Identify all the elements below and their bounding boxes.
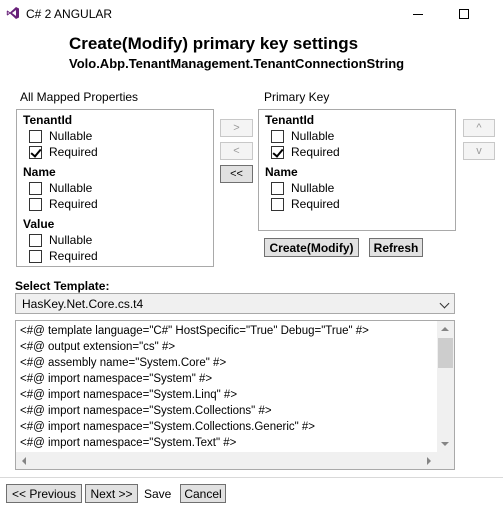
vertical-scroll-thumb[interactable] <box>438 338 453 368</box>
select-template-label: Select Template: <box>15 279 110 293</box>
refresh-button[interactable]: Refresh <box>369 238 423 257</box>
checkbox-label: Nullable <box>291 181 335 195</box>
primary-key-list: TenantId Nullable Required Name Nullable… <box>258 109 456 231</box>
mapped-name-required-checkbox[interactable]: Required <box>29 197 98 211</box>
checkbox-checked-icon <box>271 145 284 159</box>
checkbox-icon <box>29 181 42 195</box>
checkbox-label: Nullable <box>49 181 93 195</box>
mapped-tenantid-required-checkbox[interactable]: Required <box>29 145 98 159</box>
code-lines: <#@ template language="C#" HostSpecific=… <box>20 323 438 451</box>
add-to-primary-button[interactable]: > <box>220 119 253 137</box>
checkbox-checked-icon <box>29 145 42 159</box>
code-line: <#@ template language="C#" HostSpecific=… <box>20 325 369 337</box>
footer-divider <box>0 477 503 478</box>
save-button[interactable]: Save <box>144 487 171 501</box>
window-title: C# 2 ANGULAR <box>26 7 113 21</box>
template-select-value: HasKey.Net.Core.cs.t4 <box>22 297 144 311</box>
title-bar: C# 2 ANGULAR <box>0 0 503 28</box>
code-line: <#@ import namespace="System.Collections… <box>20 421 316 433</box>
scroll-up-icon <box>441 327 449 331</box>
checkbox-label: Nullable <box>49 233 93 247</box>
cancel-button[interactable]: Cancel <box>180 484 226 503</box>
checkbox-label: Required <box>49 249 98 263</box>
template-select[interactable]: HasKey.Net.Core.cs.t4 <box>15 293 455 314</box>
mapped-property-name: Value <box>23 217 55 231</box>
mapped-tenantid-nullable-checkbox[interactable]: Nullable <box>29 129 92 143</box>
scroll-left-icon <box>22 457 26 465</box>
create-modify-button[interactable]: Create(Modify) <box>264 238 359 257</box>
checkbox-label: Required <box>291 145 340 159</box>
mapped-properties-label: All Mapped Properties <box>20 90 139 104</box>
vertical-scrollbar[interactable] <box>437 321 454 452</box>
mapped-property-name: Name <box>23 165 56 179</box>
checkbox-label: Required <box>49 197 98 211</box>
chevron-down-icon <box>439 298 450 309</box>
maximize-button[interactable] <box>441 0 487 28</box>
minimize-button[interactable] <box>395 0 441 28</box>
move-down-button[interactable]: v <box>463 142 495 160</box>
checkbox-icon <box>271 181 284 195</box>
code-line: <#@ output extension="cs" #> <box>20 341 176 353</box>
template-code-editor[interactable]: <#@ template language="C#" HostSpecific=… <box>15 320 455 470</box>
primary-name-nullable-checkbox[interactable]: Nullable <box>271 181 334 195</box>
minimize-icon <box>413 13 423 15</box>
scrollbar-corner <box>437 452 454 469</box>
checkbox-label: Nullable <box>291 129 335 143</box>
move-up-button[interactable]: ^ <box>463 119 495 137</box>
checkbox-label: Required <box>49 145 98 159</box>
checkbox-icon <box>29 249 42 263</box>
checkbox-label: Nullable <box>49 129 93 143</box>
checkbox-label: Required <box>291 197 340 211</box>
mapped-value-required-checkbox[interactable]: Required <box>29 249 98 263</box>
primary-property-name: TenantId <box>265 113 315 127</box>
primary-property-name: Name <box>265 165 298 179</box>
code-line: <#@ import namespace="System.Text" #> <box>20 437 237 449</box>
checkbox-icon <box>29 233 42 247</box>
remove-from-primary-button[interactable]: < <box>220 142 253 160</box>
remove-all-button[interactable]: << <box>220 165 253 183</box>
page-title: Create(Modify) primary key settings <box>69 34 359 53</box>
scroll-right-icon <box>427 457 431 465</box>
next-button[interactable]: Next >> <box>85 484 138 503</box>
mapped-property-name: TenantId <box>23 113 73 127</box>
primary-tenantid-required-checkbox[interactable]: Required <box>271 145 340 159</box>
mapped-properties-list: TenantId Nullable Required Name Nullable… <box>16 109 214 267</box>
checkbox-icon <box>29 129 42 143</box>
mapped-name-nullable-checkbox[interactable]: Nullable <box>29 181 92 195</box>
code-line: <#@ import namespace="System.Collections… <box>20 405 272 417</box>
primary-name-required-checkbox[interactable]: Required <box>271 197 340 211</box>
entity-name: Volo.Abp.TenantManagement.TenantConnecti… <box>69 56 405 71</box>
primary-key-label: Primary Key <box>264 90 330 104</box>
visual-studio-icon <box>6 7 19 19</box>
maximize-icon <box>459 9 469 19</box>
code-line: <#@ assembly name="System.Core" #> <box>20 357 227 369</box>
checkbox-icon <box>271 197 284 211</box>
checkbox-icon <box>271 129 284 143</box>
mapped-value-nullable-checkbox[interactable]: Nullable <box>29 233 92 247</box>
primary-tenantid-nullable-checkbox[interactable]: Nullable <box>271 129 334 143</box>
checkbox-icon <box>29 197 42 211</box>
code-line: <#@ import namespace="System" #> <box>20 373 213 385</box>
scroll-down-icon <box>441 442 449 446</box>
code-line: <#@ import namespace="System.Linq" #> <box>20 389 238 401</box>
horizontal-scrollbar[interactable] <box>16 452 454 469</box>
previous-button[interactable]: << Previous <box>6 484 82 503</box>
